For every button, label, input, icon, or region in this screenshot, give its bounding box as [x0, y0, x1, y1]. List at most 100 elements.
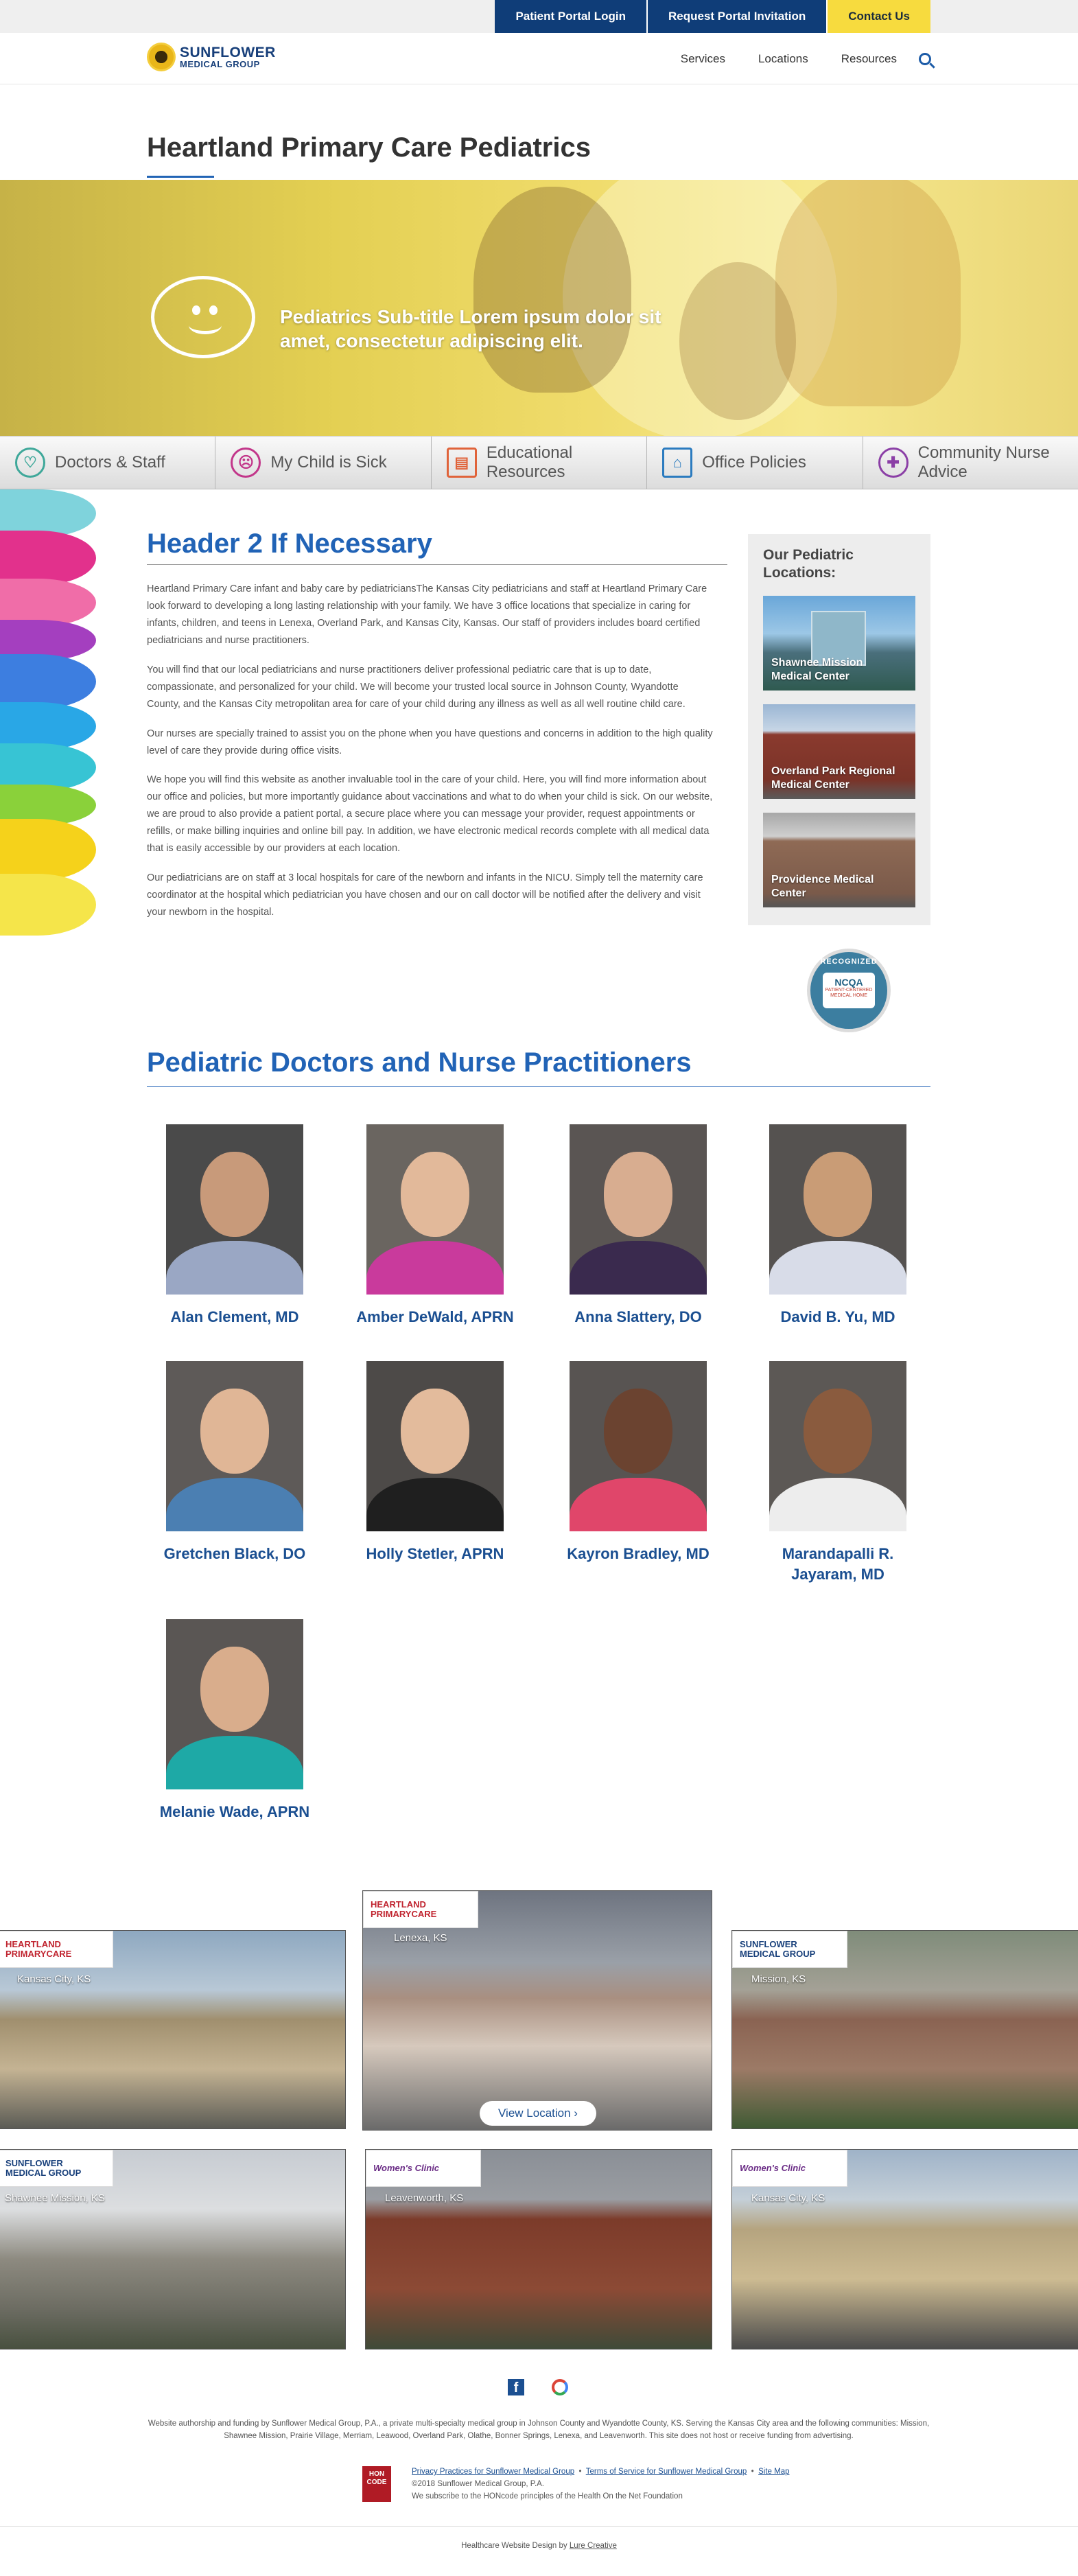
nurse-icon: ✚	[878, 448, 909, 478]
doctor-name: Anna Slattery, DO	[574, 1308, 702, 1325]
contact-us-button[interactable]: Contact Us	[828, 0, 930, 33]
google-icon[interactable]	[552, 2379, 568, 2395]
facebook-icon[interactable]: f	[508, 2379, 524, 2395]
doctor-photo	[366, 1361, 504, 1531]
doctor-card[interactable]: Amber DeWald, APRN	[342, 1124, 528, 1327]
tile-brand: HEARTLAND PRIMARYCARE	[5, 1939, 72, 1959]
footer-disclaimer: Website authorship and funding by Sunflo…	[148, 2420, 930, 2441]
nav-locations[interactable]: Locations	[758, 52, 808, 66]
nav-resources[interactable]: Resources	[841, 52, 897, 66]
logo-line2: MEDICAL GROUP	[180, 59, 260, 69]
smiley-face-icon	[151, 276, 255, 358]
quick-link-label: Doctors & Staff	[55, 453, 165, 472]
hero-banner: Pediatrics Sub-title Lorem ipsum dolor s…	[0, 180, 1078, 436]
quick-link-label: Office Policies	[702, 453, 806, 472]
stethoscope-icon: ♡	[15, 448, 45, 478]
ncqa-subtext: PATIENT-CENTERED MEDICAL HOME	[825, 988, 873, 998]
doctor-photo	[166, 1619, 303, 1789]
doctor-name: Melanie Wade, APRN	[159, 1803, 310, 1820]
location-tile[interactable]: HEARTLAND PRIMARYCARE Lenexa, KS View Lo…	[362, 1890, 712, 2131]
doctor-card[interactable]: Marandapalli R. Jayaram, MD	[745, 1361, 930, 1584]
location-tile[interactable]: Women's Clinic Kansas City, KS	[731, 2149, 1078, 2349]
doctor-name: Gretchen Black, DO	[163, 1545, 306, 1562]
patient-portal-login-button[interactable]: Patient Portal Login	[495, 0, 648, 33]
honcode-statement: We subscribe to the HONcode principles o…	[412, 2492, 683, 2500]
sunflower-icon	[147, 43, 176, 71]
search-icon[interactable]	[919, 52, 931, 65]
tile-city: Kansas City, KS	[17, 1973, 91, 1985]
paragraph: We hope you will find this website as an…	[147, 774, 713, 855]
honcode-badge[interactable]: HON CODE	[362, 2466, 391, 2502]
tile-logo: HEARTLAND PRIMARYCARE	[0, 1931, 113, 1968]
ncqa-name: NCQA	[834, 977, 863, 988]
tile-brand: SUNFLOWER MEDICAL GROUP	[740, 1939, 816, 1959]
quick-link-office-policies[interactable]: ⌂ Office Policies	[647, 437, 863, 489]
sitemap-link[interactable]: Site Map	[758, 2468, 789, 2476]
paragraph: Heartland Primary Care infant and baby c…	[147, 583, 707, 646]
location-label: Providence Medical Center	[771, 874, 874, 899]
view-location-button[interactable]: View Location ›	[480, 2101, 596, 2126]
location-tile[interactable]: SUNFLOWER MEDICAL GROUP Mission, KS	[731, 1930, 1078, 2129]
doctor-card[interactable]: Alan Clement, MD	[142, 1124, 327, 1327]
utility-bar: Patient Portal Login Request Portal Invi…	[0, 0, 1078, 33]
site-header: SUNFLOWER MEDICAL GROUP Services Locatio…	[0, 33, 1078, 84]
doctor-card[interactable]: David B. Yu, MD	[745, 1124, 930, 1327]
quick-link-my-child-is-sick[interactable]: ☹ My Child is Sick	[215, 437, 432, 489]
doctor-card[interactable]: Anna Slattery, DO	[546, 1124, 731, 1327]
doctor-name: Marandapalli R. Jayaram, MD	[782, 1545, 894, 1583]
paragraph: Our pediatricians are on staff at 3 loca…	[147, 872, 703, 918]
page-title: Heartland Primary Care Pediatrics	[147, 132, 591, 163]
doctor-photo	[570, 1124, 707, 1295]
quick-link-label: My Child is Sick	[270, 453, 387, 472]
credit-prefix: Healthcare Website Design by	[461, 2542, 567, 2550]
quick-link-doctors-staff[interactable]: ♡ Doctors & Staff	[0, 437, 216, 489]
request-portal-invitation-button[interactable]: Request Portal Invitation	[648, 0, 828, 33]
doctor-card[interactable]: Kayron Bradley, MD	[546, 1361, 731, 1564]
location-tile[interactable]: HEARTLAND PRIMARYCARE Kansas City, KS	[0, 1930, 346, 2129]
building-icon: ⌂	[662, 448, 693, 478]
location-card-overland-park[interactable]: Overland Park Regional Medical Center	[763, 704, 915, 799]
doctor-name: Amber DeWald, APRN	[356, 1308, 514, 1325]
nav-services[interactable]: Services	[681, 52, 725, 66]
tile-brand: Women's Clinic	[373, 2163, 440, 2174]
quick-link-educational-resources[interactable]: ▤ Educational Resources	[432, 437, 648, 489]
doctor-card[interactable]: Holly Stetler, APRN	[342, 1361, 528, 1564]
paragraph: Our nurses are specially trained to assi…	[147, 728, 713, 756]
doctor-card[interactable]: Melanie Wade, APRN	[142, 1619, 327, 1822]
doctor-photo	[570, 1361, 707, 1531]
tile-city: Leavenworth, KS	[385, 2192, 464, 2204]
site-logo[interactable]: SUNFLOWER MEDICAL GROUP	[147, 43, 276, 71]
quick-link-community-nurse-advice[interactable]: ✚ Community Nurse Advice	[863, 437, 1078, 489]
doctors-header: Pediatric Doctors and Nurse Practitioner…	[147, 1047, 692, 1078]
doctor-card[interactable]: Gretchen Black, DO	[142, 1361, 327, 1564]
tile-city: Shawnee Mission, KS	[5, 2192, 105, 2204]
social-links: f	[508, 2379, 568, 2395]
location-tile[interactable]: SUNFLOWER MEDICAL GROUP Shawnee Mission,…	[0, 2149, 346, 2349]
credit-link[interactable]: Lure Creative	[570, 2542, 617, 2550]
tile-brand: Women's Clinic	[740, 2163, 806, 2174]
section-header: Header 2 If Necessary	[147, 529, 432, 559]
tile-city: Lenexa, KS	[394, 1932, 447, 1944]
doctor-photo	[166, 1124, 303, 1295]
doctor-photo	[769, 1124, 906, 1295]
doctor-photo	[769, 1361, 906, 1531]
copyright: ©2018 Sunflower Medical Group, P.A.	[412, 2479, 545, 2488]
doctor-photo	[166, 1361, 303, 1531]
doctors-divider	[147, 1086, 930, 1087]
title-underline	[147, 176, 214, 178]
location-tile[interactable]: Women's Clinic Leavenworth, KS	[365, 2149, 712, 2349]
section-divider	[147, 564, 727, 565]
terms-link[interactable]: Terms of Service for Sunflower Medical G…	[586, 2468, 747, 2476]
paragraph: You will find that our local pediatricia…	[147, 664, 686, 710]
location-card-shawnee-mission[interactable]: Shawnee Mission Medical Center	[763, 596, 915, 691]
doctor-photo	[366, 1124, 504, 1295]
location-card-providence[interactable]: Providence Medical Center	[763, 813, 915, 907]
tile-logo: SUNFLOWER MEDICAL GROUP	[732, 1931, 847, 1968]
view-location-label: View Location	[498, 2107, 571, 2120]
chevron-right-icon: ›	[574, 2107, 578, 2120]
privacy-link[interactable]: Privacy Practices for Sunflower Medical …	[412, 2468, 574, 2476]
doctor-name: Holly Stetler, APRN	[366, 1545, 504, 1562]
tile-logo: SUNFLOWER MEDICAL GROUP	[0, 2150, 113, 2187]
logo-line1: SUNFLOWER	[180, 45, 276, 60]
footer-links: Privacy Practices for Sunflower Medical …	[412, 2466, 790, 2503]
